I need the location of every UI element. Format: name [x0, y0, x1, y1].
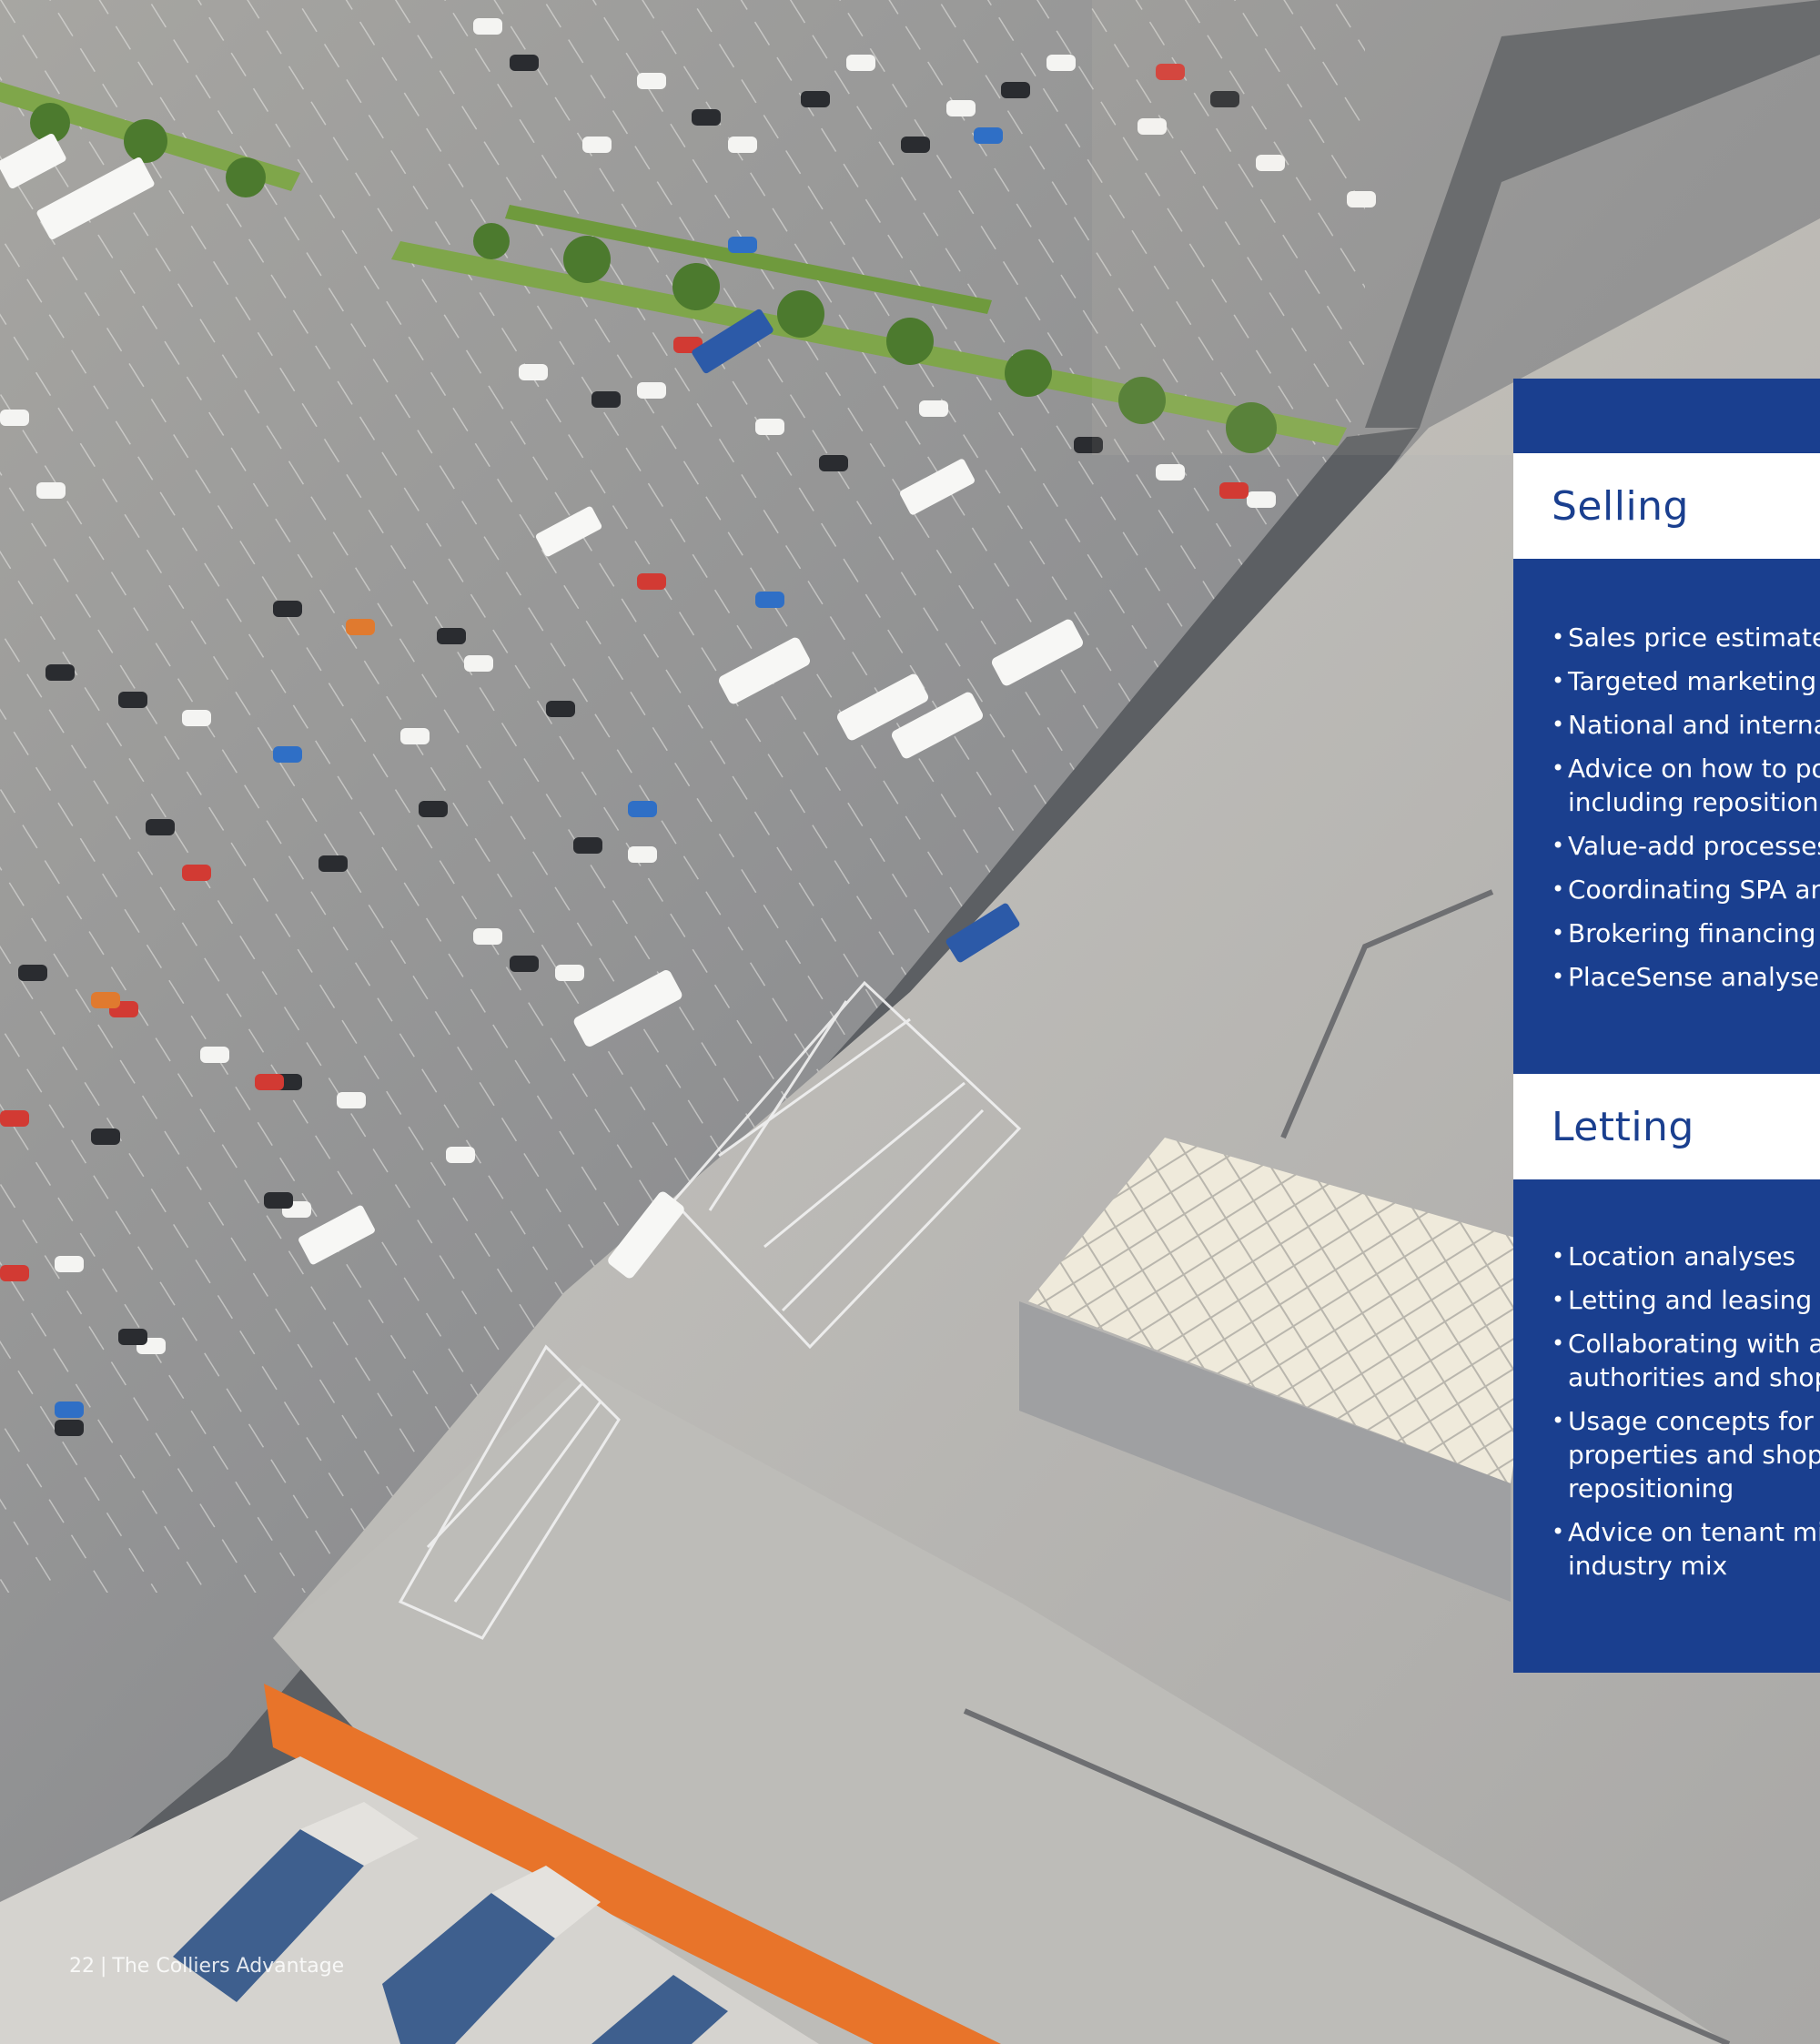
list-item: Brokering financing [1552, 916, 1820, 950]
letting-heading-box: Letting [1513, 1074, 1820, 1179]
list-item-line: PlaceSense analyses [1568, 962, 1820, 992]
list-item: Sales price estimates [1552, 621, 1820, 654]
list-item-line: Location analyses [1568, 1241, 1796, 1271]
list-item-line: Coordinating SPA an [1568, 875, 1820, 905]
list-item-line: including repositioni [1568, 787, 1820, 817]
list-item: Advice on how to poincluding repositioni [1552, 752, 1820, 819]
panel-top-bar [1513, 379, 1820, 453]
list-item: Value-add processes [1552, 829, 1820, 863]
list-item-line: Usage concepts for r [1568, 1406, 1820, 1436]
footer-separator: | [100, 1955, 107, 1978]
list-item-line: industry mix [1568, 1551, 1728, 1581]
selling-heading-box: Selling [1513, 453, 1820, 559]
letting-list-box: Location analyses Letting and leasing r Co… [1513, 1179, 1820, 1673]
page-footer: 22 | The Colliers Advantage [69, 1955, 344, 1978]
list-item-line: Advice on how to po [1568, 754, 1820, 784]
list-item: Coordinating SPA an [1552, 873, 1820, 906]
list-item-line: Sales price estimates [1568, 622, 1820, 653]
brochure-page: Selling Sales price estimates Targeted ma… [0, 0, 1820, 2044]
list-item: PlaceSense analyses [1552, 960, 1820, 994]
list-item-line: Collaborating with a [1568, 1329, 1820, 1359]
list-item: Usage concepts for r properties and shopr… [1552, 1404, 1820, 1505]
list-item: National and interna [1552, 708, 1820, 742]
footer-title: The Colliers Advantage [112, 1955, 345, 1978]
letting-heading: Letting [1552, 1103, 1694, 1150]
list-item-line: repositioning [1568, 1473, 1734, 1503]
page-number: 22 [69, 1955, 95, 1978]
letting-list: Location analyses Letting and leasing r Co… [1552, 1240, 1820, 1583]
list-item-line: Brokering financing [1568, 918, 1816, 948]
list-item-line: Value-add processes [1568, 831, 1820, 861]
list-item-line: Targeted marketing [1568, 666, 1817, 696]
list-item: Advice on tenant mix industry mix [1552, 1515, 1820, 1583]
selling-list: Sales price estimates Targeted marketing N… [1552, 621, 1820, 994]
list-item-line: Advice on tenant mix [1568, 1517, 1820, 1547]
list-item-line: authorities and shop [1568, 1362, 1820, 1392]
list-item: Collaborating with aauthorities and shop [1552, 1327, 1820, 1394]
list-item-line: National and interna [1568, 710, 1820, 740]
selling-heading: Selling [1552, 482, 1689, 530]
list-item-line: properties and shop [1568, 1440, 1820, 1470]
list-item: Letting and leasing r [1552, 1283, 1820, 1317]
list-item: Targeted marketing [1552, 664, 1820, 698]
list-item: Location analyses [1552, 1240, 1820, 1273]
list-item-line: Letting and leasing r [1568, 1285, 1820, 1315]
selling-list-box: Sales price estimates Targeted marketing N… [1513, 559, 1820, 1074]
